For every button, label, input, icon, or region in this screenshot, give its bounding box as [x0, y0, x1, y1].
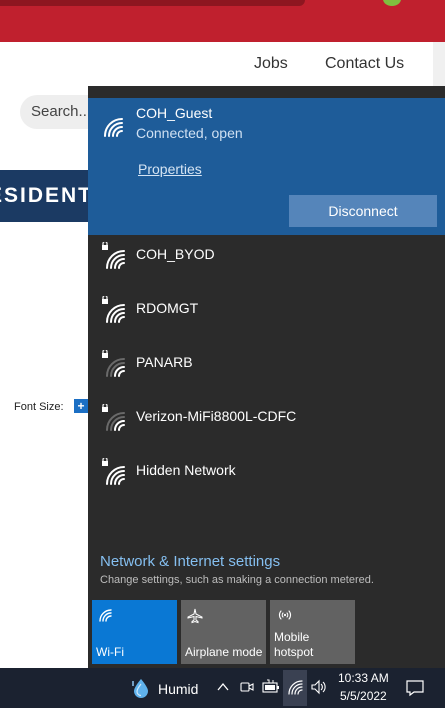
wifi-tray-icon[interactable]: [287, 679, 303, 700]
browser-header: [0, 0, 445, 42]
show-hidden-icons-chevron-icon[interactable]: [216, 679, 230, 700]
volume-icon[interactable]: [310, 679, 328, 700]
network-settings-link[interactable]: Network & Internet settings: [100, 553, 280, 570]
wifi-icon: [98, 608, 114, 627]
taskbar: Humid 10:33 AM 5/5/2022: [0, 668, 445, 708]
network-item[interactable]: Verizon-MiFi8800L-CDFC: [88, 390, 445, 444]
hotspot-icon: [276, 608, 294, 627]
wifi-toggle-label: Wi-Fi: [96, 645, 124, 659]
network-item[interactable]: Hidden Network: [88, 444, 445, 498]
browser-address-strip: [0, 0, 305, 6]
camera-icon[interactable]: [239, 679, 255, 700]
connected-ssid: COH_Guest: [136, 105, 213, 121]
network-ssid: Verizon-MiFi8800L-CDFC: [136, 408, 297, 424]
network-ssid: RDOMGT: [136, 300, 199, 316]
airplane-mode-label: Airplane mode: [185, 645, 263, 659]
network-item[interactable]: PANARB: [88, 336, 445, 390]
secured-wifi-icon: [101, 240, 127, 275]
network-item[interactable]: COH_BYOD: [88, 228, 445, 282]
secured-wifi-icon: [101, 402, 127, 437]
connection-status: Connected, open: [136, 125, 243, 141]
connected-network[interactable]: COH_Guest Connected, open Properties Dis…: [88, 98, 445, 235]
clock-date[interactable]: 5/5/2022: [340, 689, 387, 703]
font-size-increase-button[interactable]: +: [74, 399, 88, 413]
wifi-icon: [101, 116, 125, 143]
airplane-mode-button[interactable]: Airplane mode: [181, 600, 266, 664]
profile-avatar[interactable]: [383, 0, 401, 6]
secured-wifi-icon: [101, 348, 127, 383]
weather-text[interactable]: Humid: [158, 681, 198, 697]
secured-wifi-icon: [101, 456, 127, 491]
search-placeholder: Search...: [31, 103, 92, 120]
notification-center-icon[interactable]: [406, 679, 424, 702]
mobile-hotspot-label: Mobile hotspot: [274, 630, 314, 659]
network-ssid: PANARB: [136, 354, 193, 370]
network-item[interactable]: RDOMGT: [88, 282, 445, 336]
wifi-toggle-button[interactable]: Wi-Fi: [92, 600, 177, 664]
network-ssid: COH_BYOD: [136, 246, 215, 262]
banner-text: ESIDENT: [0, 184, 94, 207]
battery-icon[interactable]: [262, 679, 280, 700]
airplane-icon: [187, 608, 203, 629]
disconnect-button[interactable]: Disconnect: [289, 195, 437, 227]
network-flyout: COH_Guest Connected, open Properties Dis…: [88, 86, 445, 668]
nav-link-contact[interactable]: Contact Us: [325, 55, 404, 73]
secured-wifi-icon: [101, 294, 127, 329]
properties-link[interactable]: Properties: [138, 161, 202, 177]
weather-humid-icon[interactable]: [128, 677, 150, 704]
network-settings-description: Change settings, such as making a connec…: [100, 574, 374, 586]
mobile-hotspot-button[interactable]: Mobile hotspot: [270, 600, 355, 664]
font-size-label: Font Size:: [14, 401, 64, 413]
nav-link-jobs[interactable]: Jobs: [254, 55, 288, 73]
clock-time[interactable]: 10:33 AM: [338, 671, 389, 685]
network-ssid: Hidden Network: [136, 462, 236, 478]
